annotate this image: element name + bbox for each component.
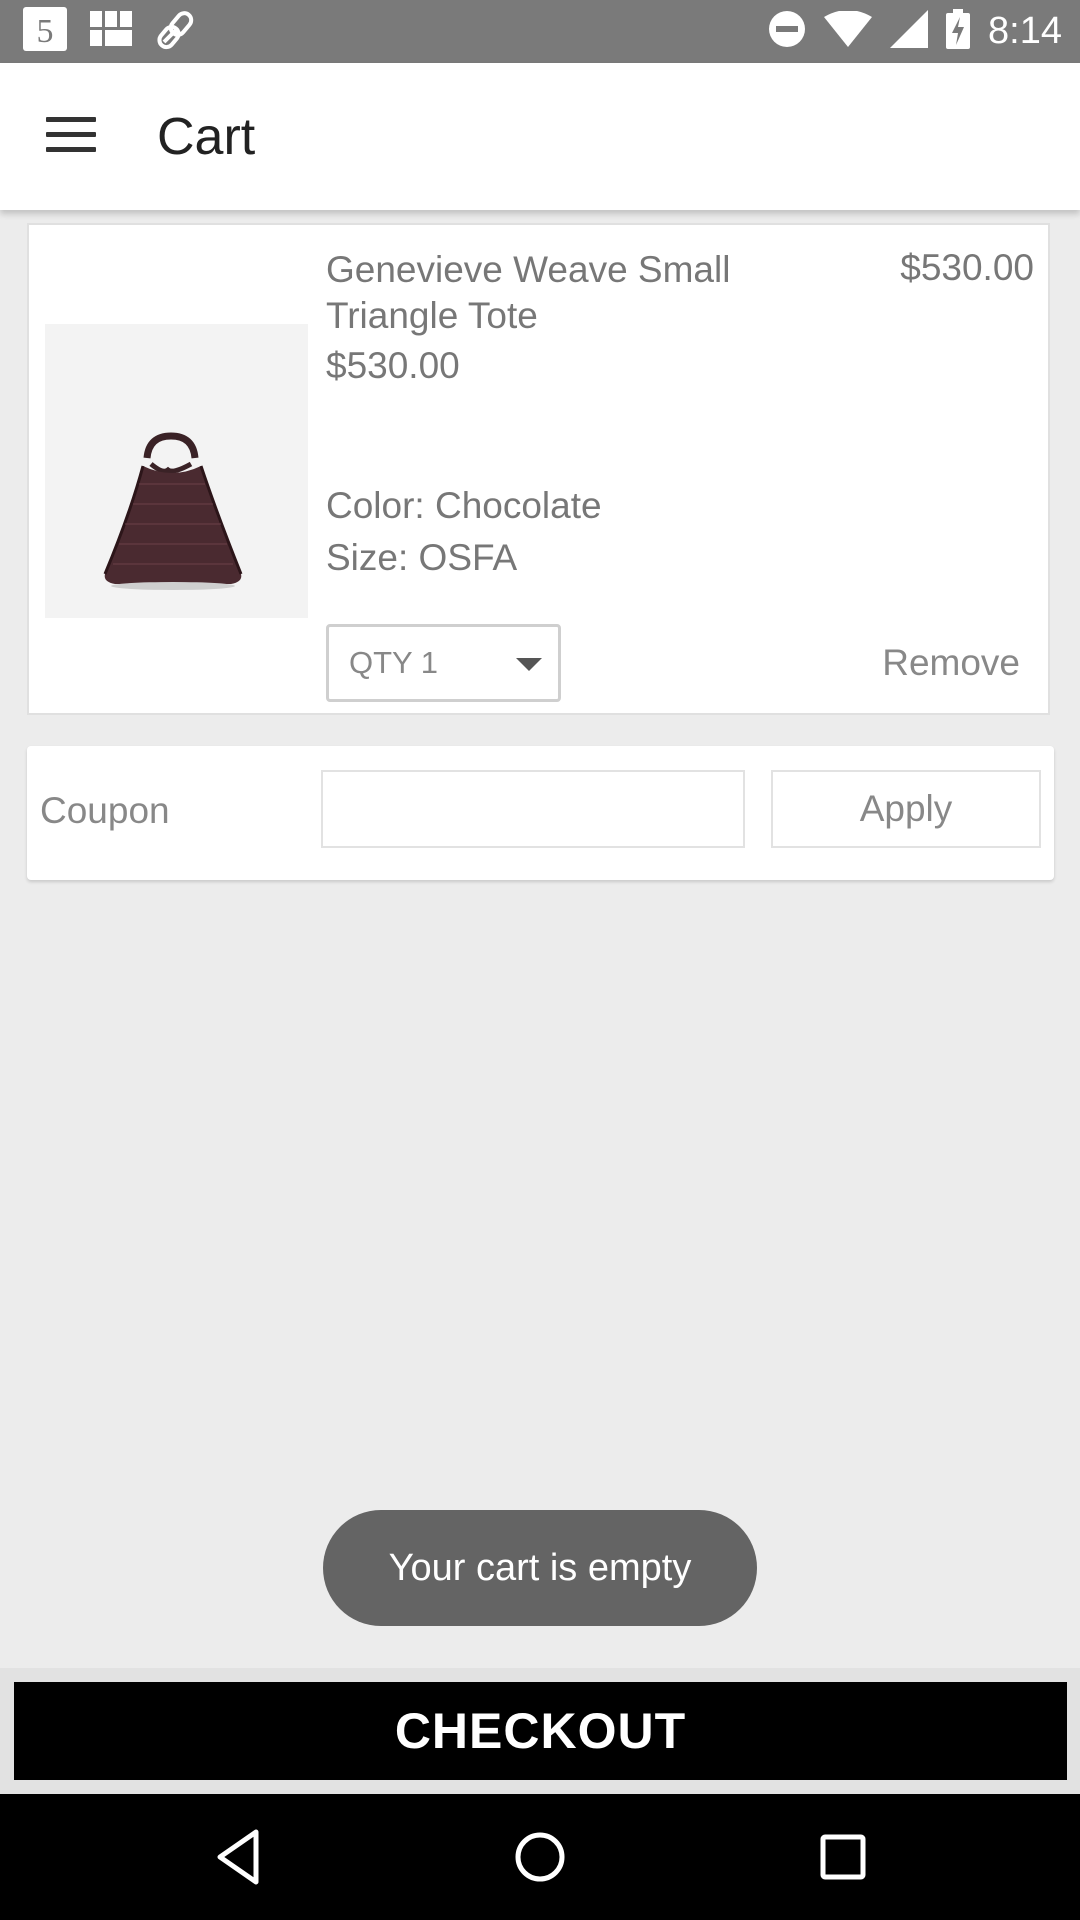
checkout-bar: CHECKOUT	[0, 1668, 1080, 1794]
product-unit-price: $530.00	[326, 345, 460, 386]
battery-charging-icon	[946, 8, 971, 54]
coupon-label: Coupon	[40, 790, 170, 831]
clock: 8:14	[988, 9, 1062, 52]
sim-5-icon: 5	[22, 6, 68, 57]
product-color: Color: Chocolate	[326, 485, 602, 526]
quantity-select[interactable]: QTY 1	[326, 624, 561, 702]
coupon-section: Coupon Apply	[27, 746, 1054, 880]
home-circle-icon[interactable]	[507, 1824, 573, 1890]
system-nav-bar	[0, 1794, 1080, 1920]
handbag-image	[103, 432, 243, 590]
back-triangle-icon[interactable]	[206, 1824, 272, 1890]
remove-button[interactable]: Remove	[882, 642, 1020, 684]
wifi-icon	[824, 9, 873, 52]
status-bar: 5 8:14	[0, 0, 1080, 63]
coupon-input[interactable]	[321, 770, 745, 848]
cart-item: Genevieve Weave Small Triangle Tote $530…	[27, 223, 1050, 715]
status-bar-system: 8:14	[768, 8, 1062, 54]
app-bar: Cart	[0, 63, 1080, 210]
cell-signal-icon	[890, 9, 929, 53]
toast-message: Your cart is empty	[323, 1510, 757, 1626]
quantity-value: QTY 1	[349, 645, 439, 680]
product-size: Size: OSFA	[326, 537, 518, 578]
status-bar-notifications: 5	[22, 6, 196, 57]
page-title: Cart	[157, 108, 256, 166]
svg-text:5: 5	[37, 13, 54, 50]
dropdown-arrow-icon	[516, 658, 542, 671]
hamburger-menu-icon[interactable]	[46, 115, 98, 155]
grid-app-icon	[90, 9, 134, 54]
product-name[interactable]: Genevieve Weave Small Triangle Tote	[326, 247, 766, 339]
link-icon	[156, 8, 196, 55]
product-image[interactable]	[45, 324, 308, 618]
recents-square-icon[interactable]	[810, 1824, 876, 1890]
do-not-disturb-icon	[768, 10, 806, 53]
product-total-price: $530.00	[900, 247, 1034, 288]
checkout-button[interactable]: CHECKOUT	[14, 1682, 1067, 1780]
apply-coupon-button[interactable]: Apply	[771, 770, 1041, 848]
